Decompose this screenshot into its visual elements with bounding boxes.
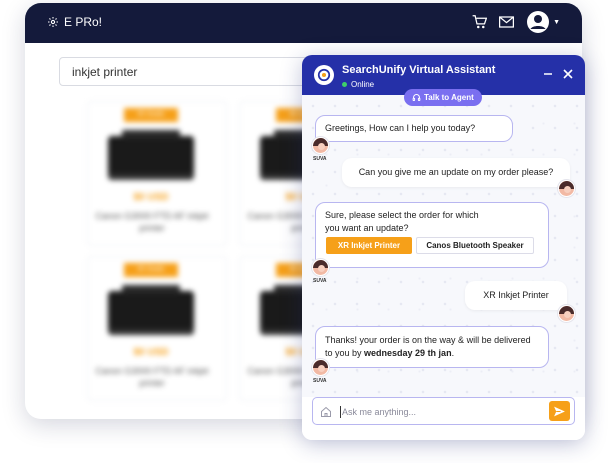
bot-avatar: [312, 137, 329, 154]
bot-message-options: Sure, please select the order for which …: [315, 202, 549, 268]
bot-name: SUVA: [313, 156, 327, 162]
chat-title: SearchUnify Virtual Assistant: [342, 64, 496, 76]
close-button[interactable]: [561, 67, 575, 81]
bot-avatar: [312, 259, 329, 276]
shop-header: E PRo! ▼: [25, 3, 582, 43]
search-input[interactable]: [60, 58, 308, 85]
product-name: Canon G3000 FTD AF inkjet printer: [95, 211, 209, 233]
product-image: [108, 285, 194, 335]
brand[interactable]: E PRo!: [47, 15, 102, 29]
user-message: Can you give me an update on my order pl…: [342, 158, 570, 187]
searchunify-logo-icon: [314, 65, 334, 85]
product-price: $0 USD: [133, 347, 169, 358]
header-icons: ▼: [472, 10, 560, 34]
product-image: [108, 130, 194, 180]
cart-icon[interactable]: [472, 15, 488, 29]
deal-badge: IR Deals: [124, 108, 178, 122]
bot-message-text: Sure, please select the order for which …: [325, 210, 479, 233]
talk-to-agent-label: Talk to Agent: [424, 93, 474, 102]
online-dot-icon: [342, 82, 347, 87]
headset-icon: [412, 94, 421, 101]
send-button[interactable]: [549, 401, 570, 421]
delivery-date: wednesday 29 th jan: [364, 348, 452, 358]
gear-icon: [48, 17, 58, 27]
chat-messages[interactable]: Talk to Agent Greetings, How can I help …: [302, 89, 585, 397]
online-status: Online: [342, 80, 374, 89]
product-name: Canon G3000 FTD AF inkjet printer: [95, 366, 209, 388]
chevron-down-icon: ▼: [553, 18, 560, 26]
message-input[interactable]: [342, 402, 542, 422]
minimize-button[interactable]: [541, 67, 555, 81]
bot-message: Greetings, How can I help you today?: [315, 115, 513, 142]
home-icon[interactable]: [319, 405, 333, 419]
send-icon: [554, 406, 565, 416]
text-cursor: [340, 406, 341, 418]
talk-to-agent-button[interactable]: Talk to Agent: [404, 89, 482, 106]
delivery-period: .: [451, 348, 455, 358]
message-composer[interactable]: [312, 397, 575, 425]
status-label: Online: [351, 80, 375, 89]
minimize-icon: [544, 73, 552, 75]
bot-name: SUVA: [313, 278, 327, 284]
brand-name: E PRo!: [64, 15, 103, 29]
chat-window: SearchUnify Virtual Assistant Online Tal…: [302, 55, 585, 440]
option-canos-bluetooth-speaker[interactable]: Canos Bluetooth Speaker: [416, 237, 534, 254]
user-menu[interactable]: ▼: [526, 10, 560, 34]
bot-avatar: [312, 359, 329, 376]
product-card[interactable]: IR Deals $0 USD Canon G3000 FTD AF inkje…: [87, 256, 227, 401]
bot-message: Thanks! your order is on the way & will …: [315, 326, 549, 368]
user-avatar: [558, 305, 575, 322]
mail-icon[interactable]: [499, 16, 515, 28]
close-icon: [563, 69, 573, 79]
user-message: XR Inkjet Printer: [465, 281, 567, 310]
option-xr-inkjet-printer[interactable]: XR Inkjet Printer: [326, 237, 412, 254]
user-avatar-icon: [527, 11, 550, 33]
bot-name: SUVA: [313, 378, 327, 384]
deal-badge: IR Deals: [124, 263, 178, 277]
product-card[interactable]: IR Deals $0 USD Canon G3000 FTD AF inkje…: [87, 101, 227, 246]
product-price: $0 USD: [133, 192, 169, 203]
chat-footer: [302, 397, 585, 440]
user-avatar: [558, 180, 575, 197]
product-search[interactable]: [59, 57, 309, 86]
